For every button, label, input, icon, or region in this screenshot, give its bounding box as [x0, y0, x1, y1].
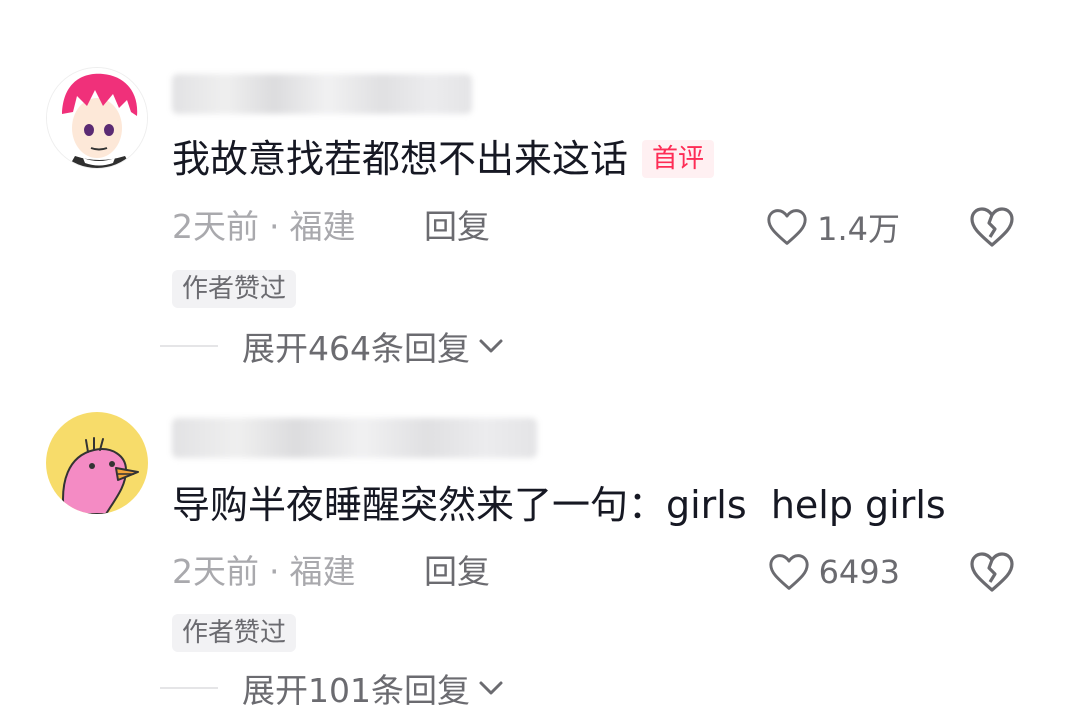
author-liked-badge: 作者赞过	[172, 614, 297, 652]
heart-outline-icon	[767, 209, 807, 245]
expand-replies-label: 展开464条回复	[242, 329, 470, 368]
comment-body: 导购半夜睡醒突然来了一句：girls help girls	[172, 483, 946, 527]
like-count: 1.4万	[817, 210, 900, 248]
username-redacted[interactable]	[172, 416, 537, 460]
author-liked-badge: 作者赞过	[172, 270, 297, 308]
dislike-button[interactable]	[968, 550, 1016, 594]
timestamp: 2天前	[172, 207, 259, 246]
expand-replies-button[interactable]: 展开101条回复	[160, 666, 506, 710]
divider-line	[160, 687, 218, 689]
separator-dot: ·	[269, 207, 280, 246]
avatar[interactable]	[46, 412, 148, 514]
avatar[interactable]	[46, 67, 148, 169]
avatar-image	[46, 412, 148, 514]
comment-meta: 2天前 · 福建	[172, 205, 356, 249]
username-redacted[interactable]	[172, 72, 472, 116]
like-button[interactable]: 6493	[767, 550, 900, 594]
comment-body: 我故意找茬都想不出来这话	[172, 137, 629, 181]
expand-replies-button[interactable]: 展开464条回复	[160, 324, 506, 368]
chevron-down-icon	[479, 339, 503, 353]
comment-text: 导购半夜睡醒突然来了一句：girls help girls	[172, 480, 946, 530]
like-count: 6493	[818, 553, 900, 591]
location: 福建	[289, 552, 356, 591]
reply-button[interactable]: 回复	[424, 205, 490, 249]
broken-heart-icon	[970, 552, 1014, 592]
heart-outline-icon	[768, 554, 809, 590]
divider-line	[160, 345, 218, 347]
comment-meta: 2天前 · 福建	[172, 550, 356, 594]
avatar-image	[47, 68, 147, 168]
dislike-button[interactable]	[968, 205, 1016, 249]
first-comment-badge: 首评	[642, 140, 715, 178]
chevron-down-icon	[479, 681, 503, 695]
comment-text: 我故意找茬都想不出来这话 首评	[172, 134, 715, 184]
reply-button[interactable]: 回复	[424, 550, 490, 594]
like-button[interactable]: 1.4万	[765, 205, 900, 249]
broken-heart-icon	[970, 207, 1014, 247]
timestamp: 2天前	[172, 552, 259, 591]
expand-replies-label: 展开101条回复	[242, 671, 470, 710]
separator-dot: ·	[269, 552, 280, 591]
location: 福建	[289, 207, 356, 246]
